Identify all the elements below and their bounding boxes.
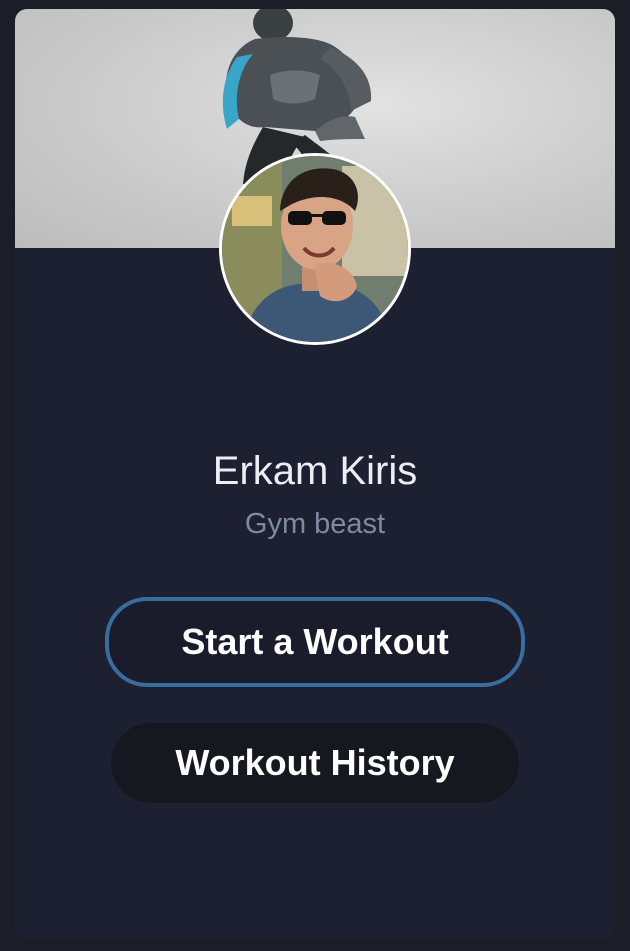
avatar-photo-image — [222, 156, 408, 342]
profile-tagline: Gym beast — [244, 508, 386, 540]
profile-name: Erkam Kiris — [212, 449, 418, 493]
workout-history-label: Workout History — [175, 742, 455, 783]
start-workout-label: Start a Workout — [181, 621, 449, 662]
profile-card: Erkam Kiris Gym beast Start a Workout Wo… — [15, 9, 615, 939]
workout-history-button[interactable]: Workout History — [111, 723, 519, 803]
start-workout-button[interactable]: Start a Workout — [105, 597, 525, 687]
avatar — [219, 153, 411, 345]
